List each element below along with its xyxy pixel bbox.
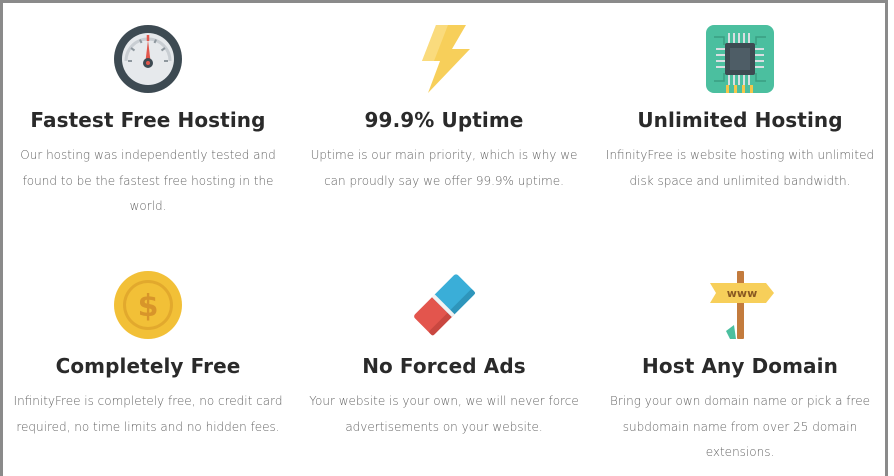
- feature-title: No Forced Ads: [362, 354, 526, 378]
- features-grid: Fastest Free Hosting Our hosting was ind…: [3, 3, 885, 476]
- feature-description: Bring your own domain name or pick a fre…: [610, 394, 870, 459]
- feature-title: Host Any Domain: [642, 354, 838, 378]
- feature-description: Uptime is our main priority, which is wh…: [310, 148, 578, 188]
- www-signpost-icon: www: [710, 271, 774, 339]
- feature-title: 99.9% Uptime: [364, 108, 524, 132]
- lightning-bolt-icon: [422, 25, 470, 93]
- feature-title: Fastest Free Hosting: [30, 108, 266, 132]
- feature-title: Unlimited Hosting: [637, 108, 843, 132]
- feature-completely-free: $ Completely Free InfinityFree is comple…: [3, 249, 293, 476]
- feature-unlimited-hosting: Unlimited Hosting InfinityFree is websit…: [595, 3, 885, 249]
- feature-no-forced-ads: No Forced Ads Your website is your own, …: [293, 249, 595, 476]
- feature-host-any-domain: www Host Any Domain Bring your own domai…: [595, 249, 885, 476]
- sign-text: www: [727, 287, 758, 300]
- cpu-chip-icon: [706, 25, 774, 93]
- feature-title: Completely Free: [55, 354, 241, 378]
- feature-description: Our hosting was independently tested and…: [20, 148, 276, 213]
- feature-description: InfinityFree is website hosting with unl…: [605, 148, 875, 188]
- eraser-icon: [414, 274, 475, 336]
- speedometer-icon: [114, 25, 182, 93]
- feature-description: Your website is your own, we will never …: [309, 394, 579, 434]
- feature-description: InfinityFree is completely free, no cred…: [13, 394, 283, 434]
- feature-fastest-hosting: Fastest Free Hosting Our hosting was ind…: [3, 3, 293, 249]
- dollar-coin-icon: $: [114, 271, 182, 339]
- svg-text:$: $: [138, 289, 159, 324]
- feature-uptime: 99.9% Uptime Uptime is our main priority…: [293, 3, 595, 249]
- features-panel: Fastest Free Hosting Our hosting was ind…: [0, 0, 888, 476]
